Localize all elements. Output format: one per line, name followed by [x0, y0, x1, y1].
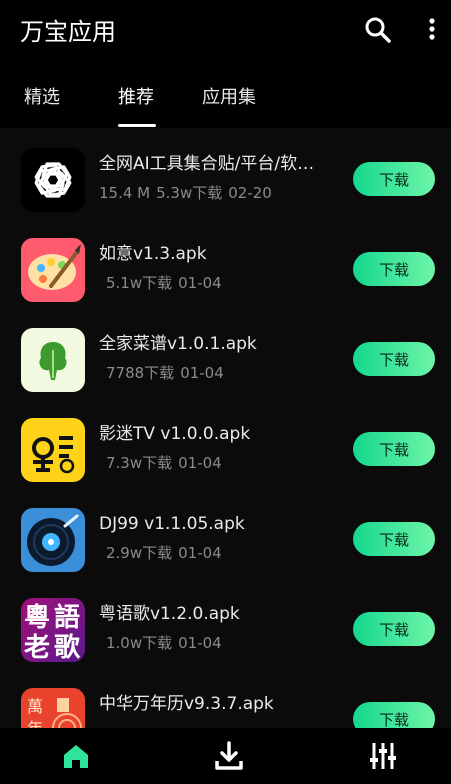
- app-name: 全家菜谱v1.0.1.apk: [99, 334, 257, 354]
- download-button[interactable]: 下载: [353, 432, 435, 466]
- icon-char: 年: [27, 719, 43, 728]
- app-downloads: 7.3w下载: [106, 454, 173, 472]
- app-date: 01-04: [178, 544, 222, 562]
- nav-downloads[interactable]: [213, 740, 245, 772]
- download-icon: [215, 741, 243, 770]
- list-item[interactable]: 粵 語 老 歌 粤语歌v1.2.0.apk 1.0w下载 01-04 下载: [0, 578, 451, 668]
- app-downloads: 7788下载: [106, 364, 175, 382]
- icon-char: 語: [54, 602, 80, 633]
- search-button[interactable]: [364, 16, 392, 44]
- app-date: 02-20: [228, 184, 272, 202]
- app-meta: 15.4 M 5.3w下载 02-20: [99, 182, 278, 204]
- app-name: 粤语歌v1.2.0.apk: [99, 604, 240, 624]
- nav-home[interactable]: [60, 740, 92, 772]
- list-item[interactable]: 如意v1.3.apk 5.1w下载 01-04 下载: [0, 218, 451, 308]
- tab-bar: 精选 推荐 应用集: [0, 78, 451, 128]
- search-icon: [365, 17, 391, 43]
- bottom-navigation: [0, 728, 451, 784]
- cantonese-song-icon: 粵 語 老 歌: [21, 598, 85, 662]
- app-date: 01-04: [178, 634, 222, 652]
- app-meta: 2.9w下载 01-04: [106, 542, 228, 564]
- icon-char: 粵: [24, 603, 50, 633]
- calendar-icon: 萬 年: [21, 688, 85, 728]
- list-item[interactable]: DJ99 v1.1.05.apk 2.9w下载 01-04 下载: [0, 488, 451, 578]
- app-name: 影迷TV v1.0.0.apk: [99, 424, 251, 444]
- app-date: 01-04: [180, 364, 224, 382]
- tab-app-collections[interactable]: 应用集: [202, 85, 256, 111]
- list-item[interactable]: 影迷TV v1.0.0.apk 7.3w下载 01-04 下载: [0, 398, 451, 488]
- download-button[interactable]: 下载: [353, 252, 435, 286]
- icon-char: 老: [24, 633, 50, 662]
- app-name: 全网AI工具集合贴/平台/软…: [99, 154, 315, 174]
- more-options-button[interactable]: [424, 16, 440, 44]
- list-item[interactable]: 全网AI工具集合贴/平台/软… 15.4 M 5.3w下载 02-20 下载: [0, 128, 451, 218]
- icon-char: 萬: [27, 697, 43, 716]
- tab-recommended[interactable]: 推荐: [118, 85, 154, 111]
- nav-settings[interactable]: [367, 740, 399, 772]
- app-meta: 7.3w下载 01-04: [106, 452, 228, 474]
- vinyl-record-icon: [21, 508, 85, 572]
- app-size: 15.4 M: [99, 184, 151, 202]
- app-meta: 1.0w下载 01-04: [106, 632, 228, 654]
- vegetable-icon: [21, 328, 85, 392]
- app-date: 01-04: [178, 454, 222, 472]
- app-downloads: 5.3w下载: [156, 184, 223, 202]
- sliders-icon: [370, 743, 396, 769]
- yingmi-logo-icon: [21, 418, 85, 482]
- more-vertical-icon: [429, 18, 435, 40]
- active-tab-indicator: [118, 124, 156, 127]
- app-downloads: 1.0w下载: [106, 634, 173, 652]
- app-meta: 7788下载 01-04: [106, 362, 230, 384]
- list-item[interactable]: 萬 年 中华万年历v9.3.7.apk 下载: [0, 668, 451, 728]
- paint-palette-icon: [21, 238, 85, 302]
- app-downloads: 5.1w下载: [106, 274, 173, 292]
- app-title: 万宝应用: [20, 18, 116, 46]
- download-button[interactable]: 下载: [353, 702, 435, 728]
- download-button[interactable]: 下载: [353, 612, 435, 646]
- home-icon: [64, 745, 88, 768]
- app-name: DJ99 v1.1.05.apk: [99, 514, 245, 534]
- app-downloads: 2.9w下载: [106, 544, 173, 562]
- download-button[interactable]: 下载: [353, 522, 435, 556]
- list-item[interactable]: 全家菜谱v1.0.1.apk 7788下载 01-04 下载: [0, 308, 451, 398]
- download-button[interactable]: 下载: [353, 342, 435, 376]
- openai-knot-icon: [21, 148, 85, 212]
- download-button[interactable]: 下载: [353, 162, 435, 196]
- app-name: 如意v1.3.apk: [99, 244, 207, 264]
- app-header: 万宝应用 精选 推荐 应用集: [0, 0, 451, 128]
- app-meta: 5.1w下载 01-04: [106, 272, 228, 294]
- icon-char: 歌: [54, 633, 81, 662]
- app-list[interactable]: 全网AI工具集合贴/平台/软… 15.4 M 5.3w下载 02-20 下载 如意v…: [0, 128, 451, 728]
- app-name: 中华万年历v9.3.7.apk: [99, 694, 274, 714]
- tab-featured[interactable]: 精选: [24, 85, 60, 111]
- app-date: 01-04: [178, 274, 222, 292]
